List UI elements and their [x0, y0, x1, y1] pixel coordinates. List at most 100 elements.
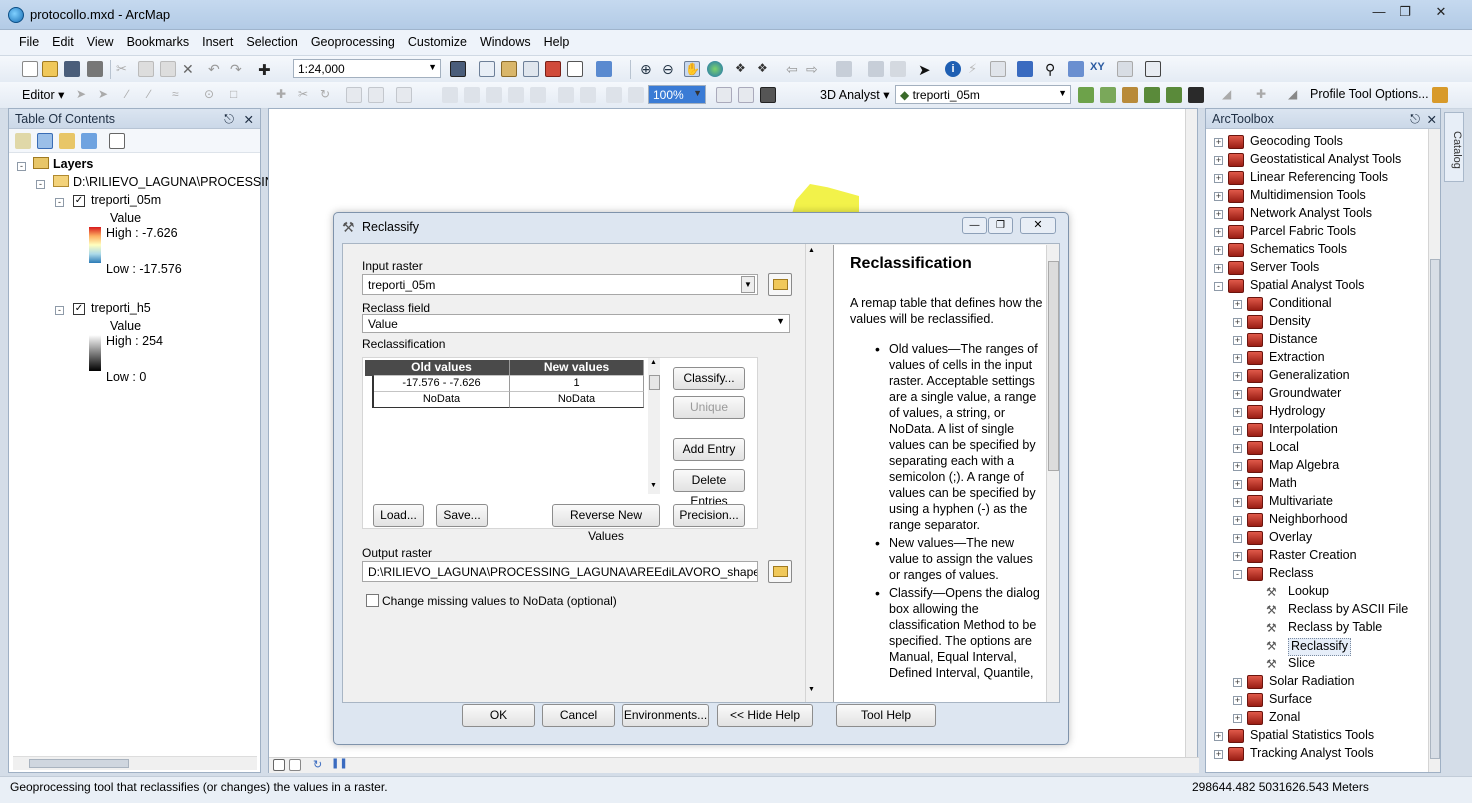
- cancel-button[interactable]: Cancel: [542, 704, 615, 727]
- cut-icon[interactable]: ✂: [116, 61, 132, 77]
- expand-toggle[interactable]: +: [1214, 174, 1223, 183]
- toc-close-icon[interactable]: ✕: [244, 112, 254, 127]
- toolbox-item-groundwater[interactable]: Groundwater: [1269, 386, 1341, 404]
- minimize-button[interactable]: —: [1366, 3, 1392, 21]
- data-view-icon[interactable]: [289, 759, 301, 771]
- toolbox-item-geocoding-tools[interactable]: Geocoding Tools: [1250, 134, 1343, 152]
- maximize-button[interactable]: ❐: [1392, 3, 1418, 21]
- full-extent-globe-icon[interactable]: [707, 61, 723, 77]
- list-by-source-icon[interactable]: [37, 133, 53, 149]
- row-selector[interactable]: [365, 376, 374, 392]
- add-data-icon[interactable]: ✚: [258, 61, 274, 79]
- expand-toggle[interactable]: +: [1233, 408, 1242, 417]
- list-by-drawing-order-icon[interactable]: [15, 133, 31, 149]
- layers-collapse-toggle[interactable]: -: [17, 162, 26, 171]
- catalog-window-icon[interactable]: [501, 61, 517, 77]
- find-route-icon[interactable]: [1068, 61, 1084, 77]
- georef-9-icon[interactable]: [628, 87, 644, 103]
- ok-button[interactable]: OK: [462, 704, 535, 727]
- go-to-xy-icon[interactable]: XY: [1090, 61, 1106, 77]
- menu-help[interactable]: Help: [537, 30, 576, 56]
- interpolate-point-icon[interactable]: [1144, 87, 1160, 103]
- toolbox-pin-icon[interactable]: ⎋: [1410, 112, 1420, 127]
- classify-button[interactable]: Classify...: [673, 367, 745, 390]
- rotate-icon[interactable]: ↻: [320, 87, 336, 103]
- reshape-icon[interactable]: ✚: [276, 87, 292, 103]
- expand-toggle[interactable]: +: [1233, 426, 1242, 435]
- expand-toggle[interactable]: +: [1233, 498, 1242, 507]
- fixed-zoom-out-icon[interactable]: ❖: [757, 61, 773, 77]
- map-vertical-scrollbar[interactable]: [1185, 109, 1197, 757]
- toolbox-item-map-algebra[interactable]: Map Algebra: [1269, 458, 1339, 476]
- trace-icon[interactable]: ≈: [172, 87, 188, 103]
- toolbox-item-network-analyst-tools[interactable]: Network Analyst Tools: [1250, 206, 1372, 224]
- expand-toggle[interactable]: +: [1233, 300, 1242, 309]
- toolbox-item-raster-creation[interactable]: Raster Creation: [1269, 548, 1357, 566]
- menu-edit[interactable]: Edit: [45, 30, 80, 56]
- dialog-maximize-button[interactable]: ❐: [988, 217, 1013, 234]
- expand-toggle[interactable]: +: [1233, 444, 1242, 453]
- clear-selection-icon[interactable]: [868, 61, 884, 77]
- measure-icon[interactable]: [1017, 61, 1033, 77]
- georef-8-icon[interactable]: [606, 87, 622, 103]
- toolbox-item-linear-referencing-tools[interactable]: Linear Referencing Tools: [1250, 170, 1388, 188]
- expand-toggle[interactable]: +: [1233, 390, 1242, 399]
- select-features-icon[interactable]: [836, 61, 852, 77]
- menu-bookmarks[interactable]: Bookmarks: [120, 30, 196, 56]
- menu-file[interactable]: File: [12, 30, 45, 56]
- back-extent-icon[interactable]: ⇦: [786, 61, 802, 77]
- output-raster-field[interactable]: D:\RILIEVO_LAGUNA\PROCESSING_LAGUNA\AREE…: [362, 561, 758, 582]
- expand-toggle[interactable]: +: [1233, 462, 1242, 471]
- add-entry-button[interactable]: Add Entry: [673, 438, 745, 461]
- reclass-field-combo[interactable]: Value ▼: [362, 314, 790, 333]
- old-values-header[interactable]: Old values: [374, 360, 510, 376]
- expand-toggle[interactable]: +: [1214, 228, 1223, 237]
- pin-icon[interactable]: ⎋: [224, 112, 234, 127]
- toolbox-item-multidimension-tools[interactable]: Multidimension Tools: [1250, 188, 1366, 206]
- create-viewer-window-icon[interactable]: [1145, 61, 1161, 77]
- toc-horizontal-scrollbar[interactable]: [13, 756, 257, 770]
- collapse-toggle[interactable]: -: [1214, 282, 1223, 291]
- 3d-analyst-menu[interactable]: 3D Analyst ▾: [820, 87, 890, 102]
- dialog-close-button[interactable]: ✕: [1020, 217, 1056, 234]
- toc-options-icon[interactable]: [109, 133, 125, 149]
- expand-toggle[interactable]: +: [1214, 156, 1223, 165]
- zoom-percent-combo[interactable]: 100% ▼: [648, 85, 706, 104]
- python-window-icon[interactable]: [567, 61, 583, 77]
- expand-toggle[interactable]: +: [1214, 138, 1223, 147]
- toolbox-item-spatial-analyst-tools[interactable]: Spatial Analyst Tools: [1250, 278, 1364, 296]
- georef-7-icon[interactable]: [580, 87, 596, 103]
- print-icon[interactable]: [87, 61, 103, 77]
- editor-toolbar-icon[interactable]: [450, 61, 466, 77]
- search-window-icon[interactable]: [523, 61, 539, 77]
- tool-slice[interactable]: Slice: [1288, 656, 1315, 674]
- list-by-selection-icon[interactable]: [81, 133, 97, 149]
- cut-polygons-icon[interactable]: ✂: [298, 87, 314, 103]
- table-scrollbar[interactable]: ▲ ▼: [648, 358, 660, 494]
- menu-view[interactable]: View: [80, 30, 120, 56]
- fixed-zoom-in-icon[interactable]: ❖: [735, 61, 751, 77]
- row1-old-value[interactable]: -17.576 - -7.626: [374, 376, 510, 392]
- reverse-new-values-button[interactable]: Reverse New Values: [552, 504, 660, 543]
- input-raster-combo[interactable]: treporti_05m ▼: [362, 274, 758, 295]
- map-horizontal-scrollbar[interactable]: ↻ ❚❚: [269, 757, 1199, 773]
- toolbox-item-hydrology[interactable]: Hydrology: [1269, 404, 1325, 422]
- copy-icon[interactable]: [138, 61, 154, 77]
- map-scale-combo[interactable]: 1:24,000 ▼: [293, 59, 441, 78]
- refresh-icon[interactable]: ↻: [313, 758, 329, 774]
- menu-windows[interactable]: Windows: [473, 30, 537, 56]
- tool-reclass-by-ascii-file[interactable]: Reclass by ASCII File: [1288, 602, 1408, 620]
- identify-icon[interactable]: i: [945, 61, 961, 77]
- layer1-visibility-checkbox[interactable]: ✓: [73, 195, 85, 207]
- paste-icon[interactable]: [160, 61, 176, 77]
- layer2-collapse-toggle[interactable]: -: [55, 306, 64, 315]
- form-scrollbar[interactable]: ▲ ▼: [805, 244, 819, 702]
- expand-toggle[interactable]: +: [1233, 372, 1242, 381]
- profile-extra-icon[interactable]: [1432, 87, 1448, 103]
- unique-button[interactable]: Unique: [673, 396, 745, 419]
- expand-toggle[interactable]: +: [1233, 696, 1242, 705]
- toolbox-item-zonal[interactable]: Zonal: [1269, 710, 1300, 728]
- profile-tool-icon[interactable]: ◢: [1288, 87, 1304, 103]
- line-of-sight-icon[interactable]: [1122, 87, 1138, 103]
- toolbox-item-neighborhood[interactable]: Neighborhood: [1269, 512, 1348, 530]
